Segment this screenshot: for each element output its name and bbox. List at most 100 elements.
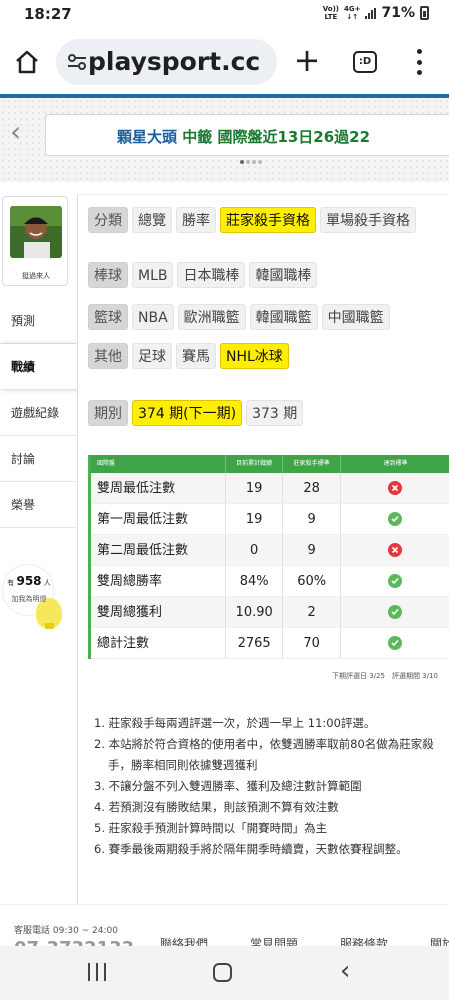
x-circle-icon [388,480,403,495]
table-row: 第一周最低注數 19 9 [91,504,449,535]
basketball-filter-row: 籃球 NBA 歐洲職籃 韓國職籃 中國職籃 [88,304,390,330]
footer-link-terms[interactable]: 服務條款 [340,935,388,946]
sidebar-item-record[interactable]: 戰績 [0,344,80,390]
footer-link-faq[interactable]: 常見問題 [250,935,298,946]
home-button-icon[interactable] [213,963,232,982]
rule-item: 2. 本站將於符合資格的使用者中，依雙週勝率取前80名做為莊家殺 [94,737,434,751]
row-name: 雙周最低注數 [97,481,176,496]
network-indicator: 4G+ ↓↑ [344,5,361,21]
check-circle-icon [388,635,403,650]
rules-list: 1. 莊家殺手每兩週評選一次，於週一早上 11:00評選。 2. 本站將於符合資… [94,713,449,860]
rule-item: 3. 不讓分盤不列入雙週勝率、獲利及總注數計算範圍 [94,779,362,793]
address-bar[interactable]: playsport.cc [56,39,277,85]
browser-toolbar: playsport.cc + :D [0,30,449,94]
light-up-widget[interactable]: 有 958 人 加我為明燈 [2,564,68,630]
footer-link-about[interactable]: 關於 [430,935,449,946]
filter-nba[interactable]: NBA [132,304,174,330]
light-up-note: 加我為明燈 [11,595,47,603]
row-current: 19 [224,504,283,534]
status-icons: Vo)) LTE 4G+ ↓↑ 71% [323,5,429,21]
announcement-banner: ‹ 顆星大頭 中籤 國際盤近13日26過22 [0,98,449,182]
rule-item-continued: 手，勝率相同則依據雙週獲利 [108,758,258,772]
status-bar: 18:27 Vo)) LTE 4G+ ↓↑ 71% [0,0,449,30]
row-met [339,473,449,503]
more-menu-icon[interactable] [412,49,426,75]
row-met [339,535,449,565]
likes-prefix: 有 [7,579,15,587]
sidebar-item-discussion[interactable]: 討論 [0,436,76,482]
site-settings-icon[interactable] [67,52,87,72]
avatar [10,206,62,258]
filter-single-killer[interactable]: 單場殺手資格 [320,207,416,233]
signal-icon [365,7,377,19]
username: 挺過來人 [22,272,50,280]
back-icon[interactable]: ‹ [340,958,350,984]
filter-euroleague[interactable]: 歐洲職籃 [177,304,246,330]
volte-indicator: Vo)) LTE [323,5,339,21]
period-filter-row: 期別 374 期(下一期) 373 期 [88,400,304,426]
sidebar-item-predict[interactable]: 預測 [0,298,76,344]
banner-user: 顆星大頭 [116,128,177,146]
row-current: 84% [224,566,283,596]
sidebar-item-game-log[interactable]: 遊戲紀錄 [0,390,76,436]
table-row: 第二周最低注數 0 9 [91,535,449,566]
other-label: 其他 [88,343,128,369]
header-market: 國際盤 [97,460,116,467]
qualification-table: 國際盤 目前累計戰績 莊家殺手標準 達到標準 雙周最低注數 19 28 第一周最低注數… [88,455,449,659]
chevron-left-icon[interactable]: ‹ [10,118,32,146]
battery-icon [420,6,429,20]
table-row: 總計注數 2765 70 [91,628,449,659]
category-label: 分類 [88,207,128,233]
main-content: 分類 總覽 勝率 莊家殺手資格 單場殺手資格 棒球 MLB 日本職棒 韓國職棒 … [77,194,449,904]
home-icon[interactable] [14,50,40,74]
profile-card[interactable]: 挺過來人 [2,196,68,286]
rule-item: 4. 若預測沒有勝敗結果，則該預測不算有效注數 [94,800,339,814]
battery-percent: 71% [381,5,415,21]
filter-soccer[interactable]: 足球 [132,343,172,369]
service-phone[interactable]: 07-3732133 [14,938,134,946]
evaluation-dates: 下期評選日 3/25 評選期間 3/10 [332,672,438,680]
filter-win-rate[interactable]: 勝率 [176,207,216,233]
system-nav-bar: ‹ [0,946,449,1000]
banner-box[interactable]: 顆星大頭 中籤 國際盤近13日26過22 [45,114,449,156]
period-label: 期別 [88,400,128,426]
banner-text: 顆星大頭 中籤 國際盤近13日26過22 [46,126,441,147]
filter-horse-racing[interactable]: 賽馬 [176,343,216,369]
filter-npb[interactable]: 日本職棒 [177,262,246,288]
url-text: playsport.cc [88,47,261,76]
period-next[interactable]: 374 期(下一期) [132,400,243,426]
sidebar-item-honor[interactable]: 榮譽 [0,482,76,528]
basketball-label: 籃球 [88,304,128,330]
filter-kbo[interactable]: 韓國職棒 [249,262,318,288]
new-tab-button[interactable]: + [292,44,322,76]
network-text: 4G+ [344,5,361,13]
row-standard: 9 [282,535,340,565]
check-circle-icon [388,573,403,588]
row-met [339,597,449,627]
filter-kbl[interactable]: 韓國職籃 [249,304,318,330]
row-name: 第一周最低注數 [97,512,189,527]
baseball-label: 棒球 [88,262,128,288]
row-standard: 2 [282,597,340,627]
row-name: 雙周總勝率 [97,574,163,589]
clock: 18:27 [24,5,72,23]
check-circle-icon [388,511,403,526]
likes-suffix: 人 [43,579,51,587]
header-met: 達到標準 [339,455,449,473]
row-met [339,504,449,534]
row-current: 2765 [224,628,283,658]
footer-link-contact[interactable]: 聯絡我們 [160,935,208,946]
filter-overview[interactable]: 總覽 [132,207,172,233]
profile-sidebar: 挺過來人 預測 戰績 遊戲紀錄 討論 榮譽 有 958 人 加我為明燈 [0,194,80,904]
tab-switcher-button[interactable]: :D [353,51,377,73]
filter-mlb[interactable]: MLB [132,262,174,288]
carousel-dots [240,160,262,164]
filter-cba[interactable]: 中國職籃 [321,304,390,330]
table-row: 雙周總獲利 10.90 2 [91,597,449,628]
filter-nhl[interactable]: NHL冰球 [220,343,289,369]
recent-apps-icon[interactable] [88,963,106,981]
rule-item: 6. 賽季最後兩期殺手將於隔年開季時續賣，天數依賽程調整。 [94,842,408,856]
banner-record: 國際盤近13日26過22 [217,128,371,146]
period-373[interactable]: 373 期 [246,400,304,426]
filter-banker-killer[interactable]: 莊家殺手資格 [220,207,316,233]
